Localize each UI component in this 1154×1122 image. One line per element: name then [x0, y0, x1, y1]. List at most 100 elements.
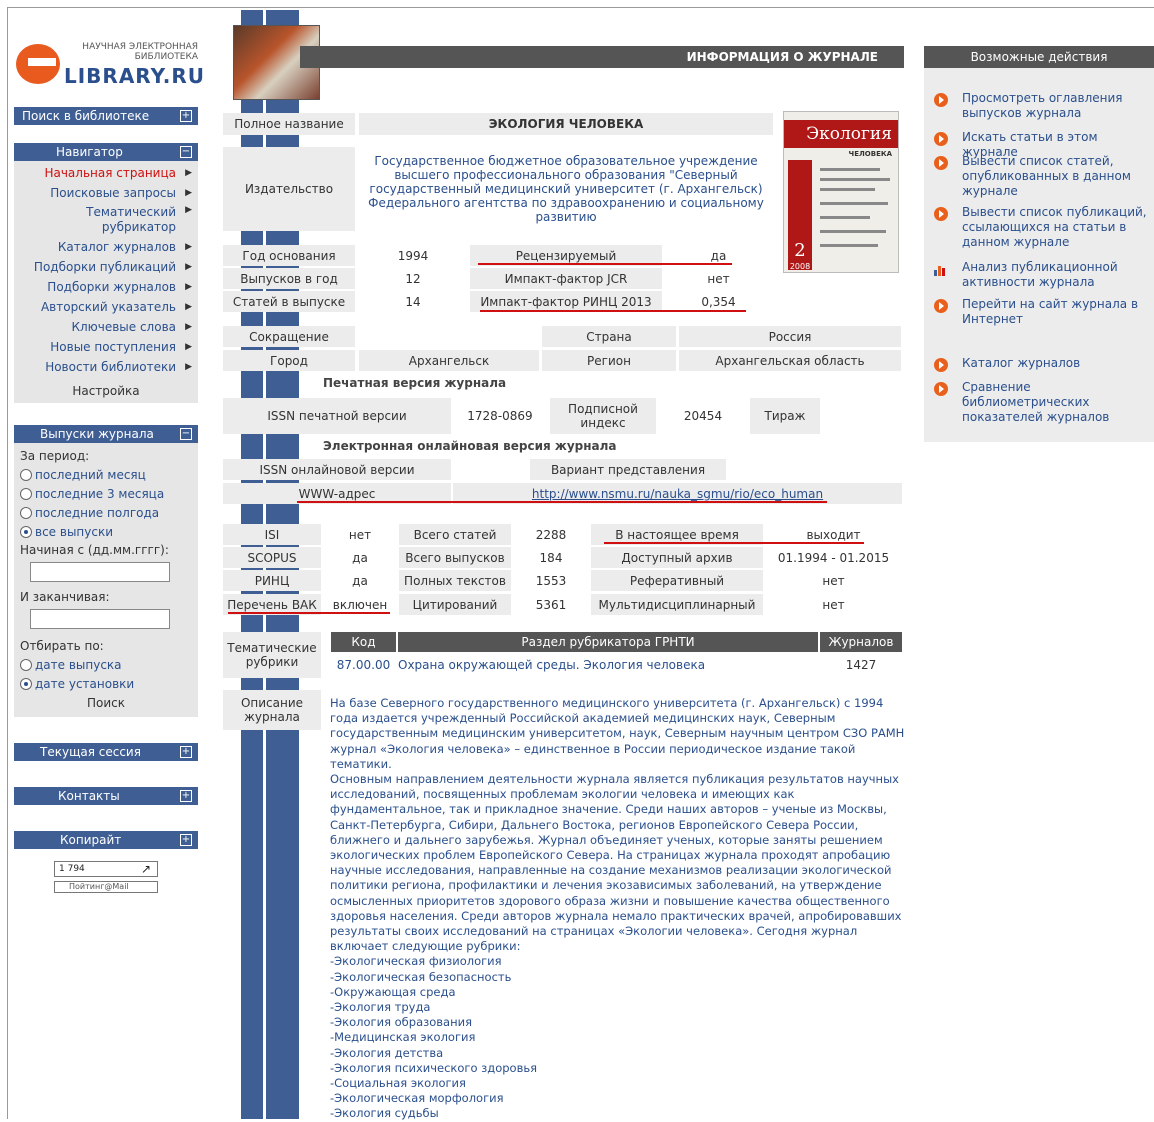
period-option-all[interactable]: все выпуски [20, 522, 192, 541]
citations-value: 5361 [514, 594, 588, 615]
city-value: Архангельск [359, 350, 539, 371]
period-option-3months[interactable]: последние 3 месяца [20, 484, 192, 503]
issn-print-label: ISSN печатной версии [223, 398, 451, 434]
citations-label: Цитирований [399, 594, 511, 615]
actions-title: Возможные действия [924, 46, 1154, 68]
journal-cover-image: Экология ЧЕЛОВЕКА 2 2008 [783, 111, 899, 273]
publisher-value[interactable]: Государственное бюджетное образовательно… [359, 147, 773, 231]
articles-per-issue-value: 14 [359, 291, 467, 312]
settings-link[interactable]: Настройка [14, 381, 198, 401]
end-date-input[interactable] [30, 609, 170, 629]
region-label: Регион [542, 350, 676, 371]
rubric-code[interactable]: 87.00.00 [331, 655, 396, 675]
logo-brand: LIBRARY.RU [64, 64, 206, 88]
page-title-bar: ИНФОРМАЦИЯ О ЖУРНАЛЕ [300, 46, 904, 68]
expand-icon[interactable]: + [180, 834, 192, 846]
nav-item-keywords[interactable]: Ключевые слова [14, 317, 198, 337]
total-issues-label: Всего выпусков [399, 547, 511, 568]
rinc-impact-label: Импакт-фактор РИНЦ 2013 [470, 291, 662, 312]
subscription-index-label: Подписной индекс [550, 398, 656, 434]
nav-item-new-arrivals[interactable]: Новые поступления [14, 337, 198, 357]
issues-panel-header[interactable]: Выпуски журнала − [14, 425, 198, 443]
country-label: Страна [542, 326, 676, 347]
radio-icon[interactable] [20, 658, 32, 671]
rubric-section[interactable]: Охрана окружающей среды. Экология челове… [398, 655, 818, 675]
start-date-label: Начиная с (дд.мм.гггг): [20, 543, 169, 557]
visitor-counter[interactable]: 1 794 ↗ [54, 861, 158, 877]
nav-item-author-index[interactable]: Авторский указатель [14, 297, 198, 317]
archive-label: Доступный архив [591, 547, 763, 568]
rating-counter[interactable]: Пойтинг@Mail [54, 881, 158, 893]
journal-description: На базе Северного государственного медиц… [330, 696, 905, 1121]
session-panel-header[interactable]: Текущая сессия + [14, 743, 198, 761]
radio-icon[interactable] [20, 487, 32, 500]
radio-checked-icon[interactable] [20, 677, 32, 690]
logo-subtitle: НАУЧНАЯ ЭЛЕКТРОННАЯ БИБЛИОТЕКА [82, 42, 198, 62]
abstract-label: Реферативный [591, 570, 763, 591]
rubric-count: 1427 [820, 655, 902, 675]
sort-option-install-date[interactable]: дате установки [20, 674, 192, 693]
period-option-halfyear[interactable]: последние полгода [20, 503, 192, 522]
print-section-title: Печатная версия журнала [323, 376, 507, 390]
radio-checked-icon[interactable] [20, 525, 32, 538]
expand-icon[interactable]: + [180, 746, 192, 758]
country-value: Россия [679, 326, 901, 347]
collapse-icon[interactable]: − [180, 146, 192, 158]
search-panel-header[interactable]: Поиск в библиотеке + [14, 107, 198, 125]
issn-online-label: ISSN онлайновой версии [223, 459, 451, 480]
articles-per-issue-label: Статей в выпуске [223, 291, 355, 312]
sort-label: Отбирать по: [20, 639, 104, 653]
jcr-label: Импакт-фактор JCR [470, 268, 662, 289]
abstract-value: нет [766, 570, 901, 591]
full-name-label: Полное название [223, 113, 355, 135]
isi-value: нет [324, 524, 396, 545]
arrow-right-icon [934, 207, 948, 221]
issn-print-value: 1728-0869 [453, 398, 547, 434]
nav-item-search-queries[interactable]: Поисковые запросы [14, 183, 198, 203]
scopus-label: SCOPUS [223, 547, 321, 568]
circulation-label: Тираж [750, 398, 820, 434]
total-articles-label: Всего статей [399, 524, 511, 545]
radio-icon[interactable] [20, 468, 32, 481]
rinc-value: да [324, 570, 396, 591]
nav-item-publication-sets[interactable]: Подборки публикаций [14, 257, 198, 277]
variant-label: Вариант представления [530, 459, 726, 480]
highlight-underline [228, 612, 390, 614]
rubrics-label: Тематические рубрики [223, 632, 321, 678]
logo-e-icon [16, 44, 60, 84]
multidisciplinary-value: нет [766, 594, 901, 615]
search-button[interactable]: Поиск [20, 693, 192, 713]
nav-item-journal-catalog[interactable]: Каталог журналов [14, 237, 198, 257]
fulltext-value: 1553 [514, 570, 588, 591]
arrow-right-icon [934, 358, 948, 372]
navigator-panel-header[interactable]: Навигатор − [14, 143, 198, 161]
actions-panel: Возможные действия Просмотреть оглавлени… [924, 46, 1154, 442]
abbreviation-value [359, 326, 539, 347]
contacts-panel-header[interactable]: Контакты + [14, 787, 198, 805]
sort-option-issue-date[interactable]: дате выпуска [20, 655, 192, 674]
arrow-right-icon [934, 132, 948, 146]
start-date-input[interactable] [30, 562, 170, 582]
radio-icon[interactable] [20, 506, 32, 519]
abbreviation-label: Сокращение [223, 326, 355, 347]
expand-icon[interactable]: + [180, 790, 192, 802]
left-sidebar: НАУЧНАЯ ЭЛЕКТРОННАЯ БИБЛИОТЕКА LIBRARY.RU… [14, 40, 204, 893]
issn-online-value [453, 459, 527, 480]
period-option-month[interactable]: последний месяц [20, 465, 192, 484]
nav-item-journal-sets[interactable]: Подборки журналов [14, 277, 198, 297]
archive-value: 01.1994 - 01.2015 [766, 547, 901, 568]
issues-per-year-value: 12 [359, 268, 467, 289]
collapse-icon[interactable]: − [180, 428, 192, 440]
arrow-right-icon [934, 156, 948, 170]
nav-item-rubricator[interactable]: Тематический рубрикатор [14, 203, 198, 237]
multidisciplinary-label: Мультидисциплинарный [591, 594, 763, 615]
highlight-underline [478, 263, 732, 265]
issues-per-year-label: Выпусков в год [223, 268, 355, 289]
nav-item-news[interactable]: Новости библиотеки [14, 357, 198, 377]
copyright-panel-header[interactable]: Копирайт + [14, 831, 198, 849]
expand-icon[interactable]: + [180, 110, 192, 122]
nav-item-home[interactable]: Начальная страница [14, 163, 198, 183]
arrow-right-icon [934, 382, 948, 396]
period-label: За период: [20, 449, 90, 463]
elibrary-logo[interactable]: НАУЧНАЯ ЭЛЕКТРОННАЯ БИБЛИОТЕКА LIBRARY.RU [14, 40, 204, 90]
